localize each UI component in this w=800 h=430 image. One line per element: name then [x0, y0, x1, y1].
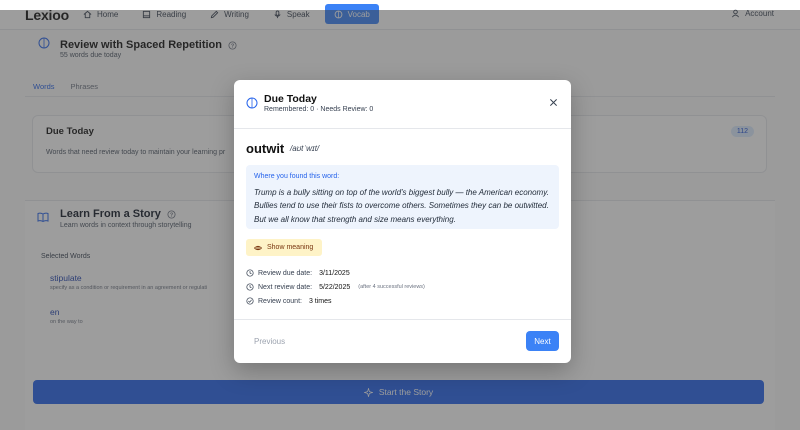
phonetic: /aʊtˈwɪt/ — [290, 144, 320, 153]
review-due-value: 3/11/2025 — [319, 269, 350, 277]
modal-footer-divider — [234, 319, 571, 320]
check-circle-icon — [246, 297, 254, 305]
review-count-label: Review count: — [258, 297, 302, 305]
context-text: Trump is a bully sitting on top of the w… — [254, 188, 549, 224]
context-label: Where you found this word: — [254, 173, 340, 180]
show-meaning-button[interactable]: Show meaning — [246, 239, 322, 256]
clock-icon — [246, 283, 254, 291]
due-today-modal: Due Today Remembered: 0 · Needs Review: … — [234, 80, 571, 363]
show-meaning-label: Show meaning — [267, 244, 314, 251]
review-count-row: Review count: 3 times — [246, 297, 332, 305]
next-review-value: 5/22/2025 — [319, 283, 351, 291]
modal-divider — [234, 128, 571, 129]
review-due-label: Review due date: — [258, 269, 313, 277]
context-box: Where you found this word: Trump is a bu… — [246, 165, 559, 229]
modal-title: Due Today — [264, 93, 317, 105]
review-count-value: 3 times — [308, 297, 332, 305]
eye-icon — [254, 245, 262, 250]
next-button[interactable]: Next — [526, 331, 559, 351]
vocab-word: outwit — [246, 141, 285, 156]
next-review-note: (after 4 successful reviews) — [358, 284, 425, 290]
next-review-label: Next review date: — [258, 283, 313, 291]
review-due-row: Review due date: 3/11/2025 — [246, 269, 350, 277]
previous-button[interactable]: Previous — [254, 337, 285, 346]
modal-stats: Remembered: 0 · Needs Review: 0 — [264, 106, 374, 113]
next-review-row: Next review date: 5/22/2025 (after 4 suc… — [246, 283, 425, 291]
brain-icon — [246, 97, 258, 109]
clock-icon — [246, 269, 254, 277]
close-icon[interactable] — [549, 98, 558, 107]
